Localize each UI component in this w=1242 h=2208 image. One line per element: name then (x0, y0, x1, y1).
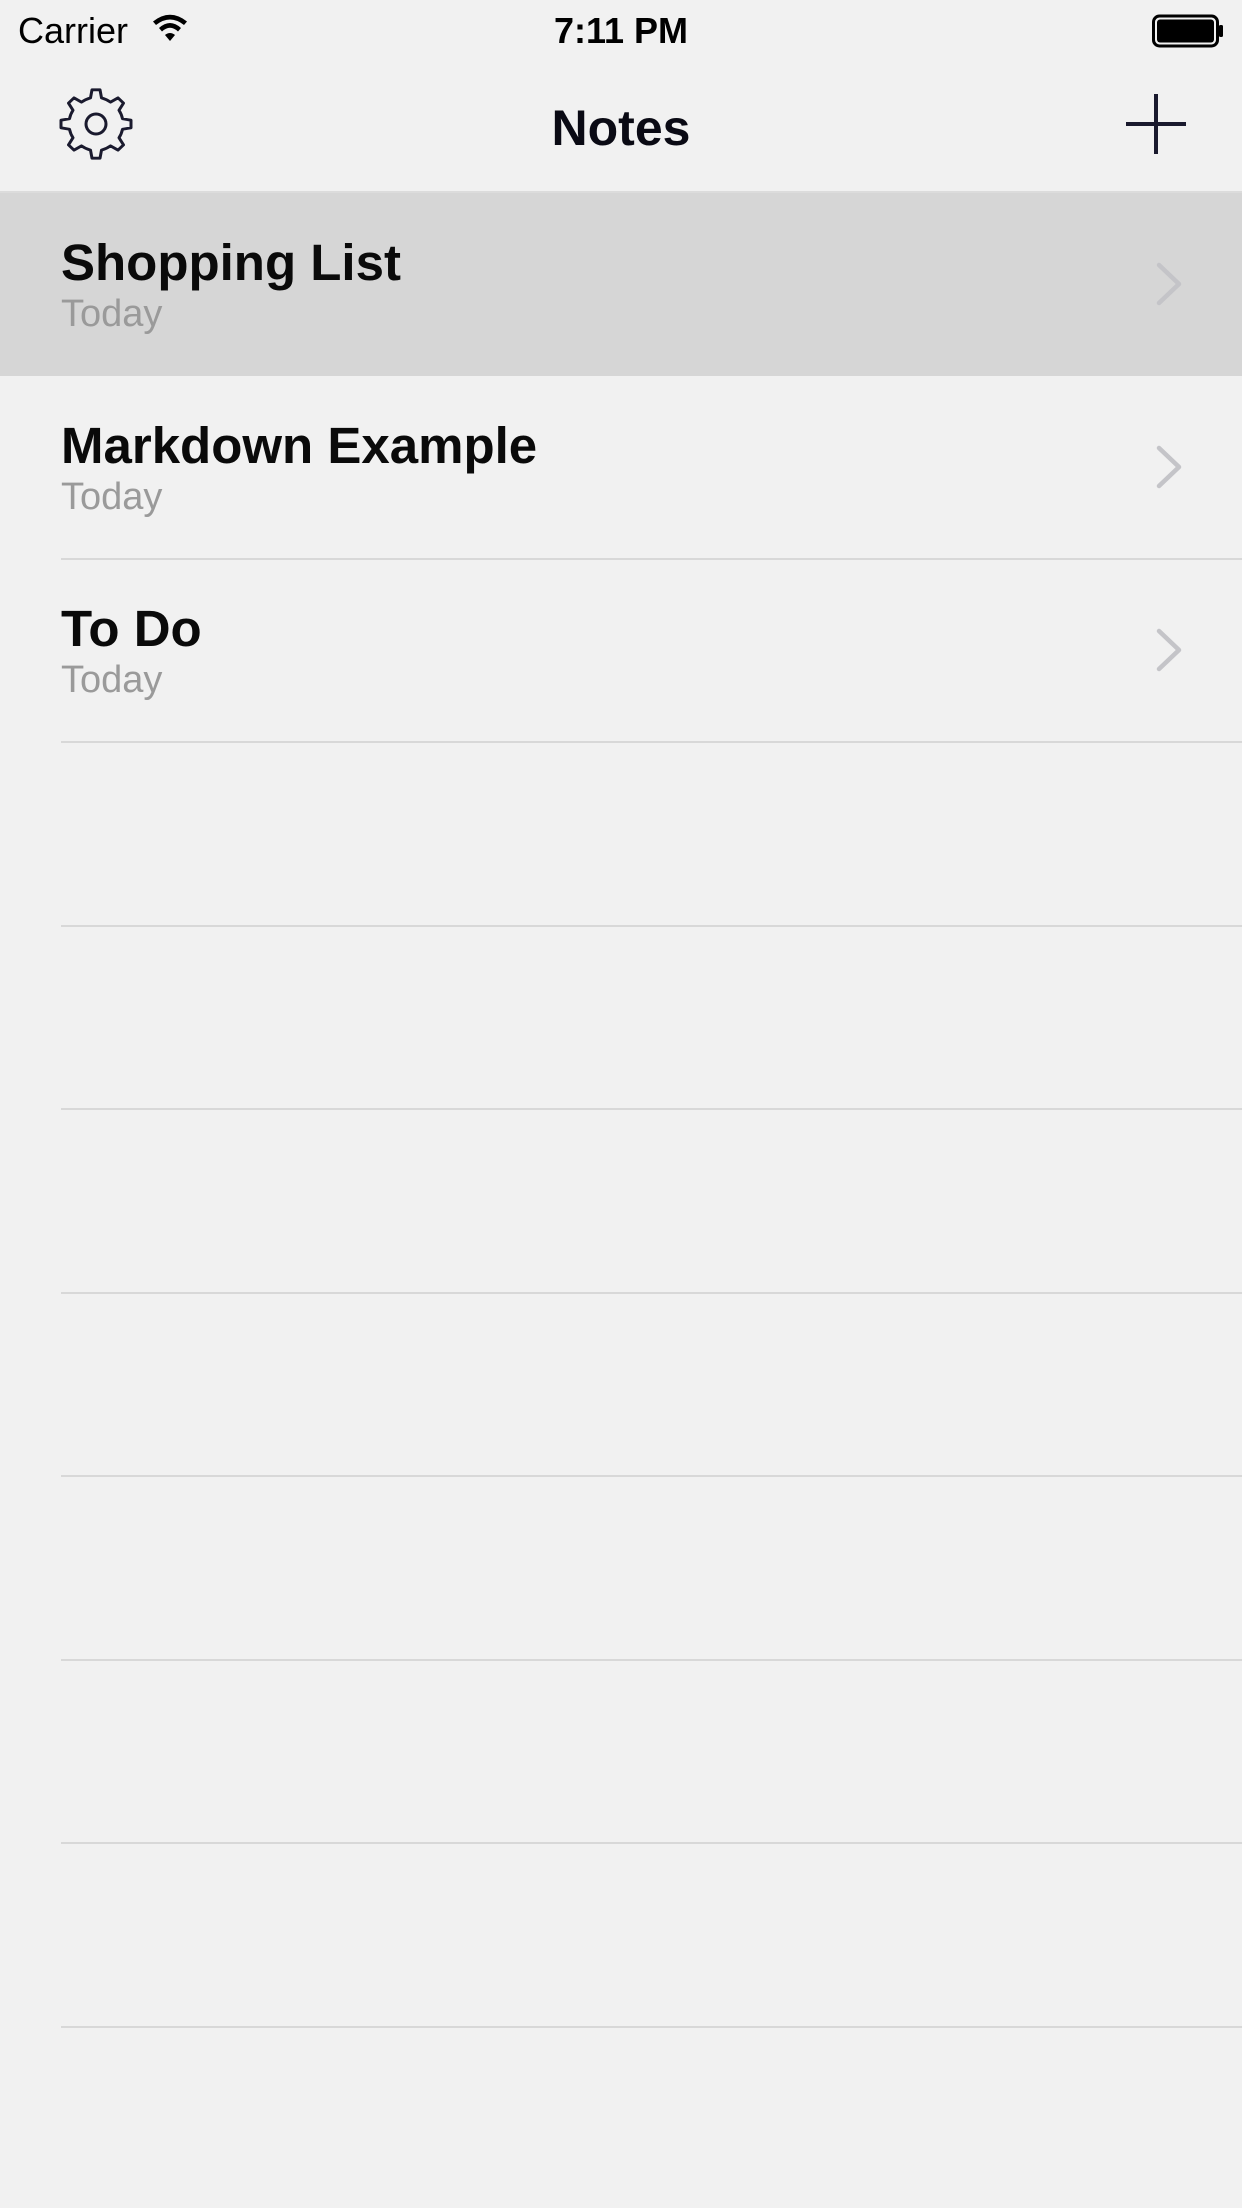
note-title: To Do (61, 600, 202, 657)
note-date: Today (61, 659, 163, 701)
battery-icon (1152, 14, 1223, 48)
row-separator (61, 2025, 1242, 2028)
empty-row (0, 1109, 1242, 1294)
note-row-markdown-example[interactable]: Markdown Example Today (0, 376, 1242, 560)
empty-row (0, 1293, 1242, 1477)
chevron-right-icon (1156, 628, 1182, 672)
add-note-button[interactable] (1124, 92, 1188, 156)
empty-row (0, 926, 1242, 1110)
chevron-right-icon (1156, 262, 1182, 306)
note-row-to-do[interactable]: To Do Today (0, 559, 1242, 743)
empty-row (0, 1476, 1242, 1661)
empty-row (0, 1843, 1242, 2028)
empty-row (0, 1660, 1242, 1844)
page-title: Notes (551, 100, 691, 156)
plus-icon (1126, 94, 1186, 154)
navigation-bar: Notes (0, 62, 1242, 192)
chevron-right-icon (1156, 445, 1182, 489)
note-title: Shopping List (61, 234, 401, 291)
note-date: Today (61, 293, 163, 335)
note-date: Today (61, 476, 163, 518)
status-bar: Carrier 7:11 PM (0, 0, 1242, 62)
notes-list: Shopping List Today Markdown Example Tod… (0, 193, 1242, 2028)
empty-row (0, 742, 1242, 927)
note-row-shopping-list[interactable]: Shopping List Today (0, 193, 1242, 376)
notes-screen: Carrier 7:11 PM Notes Shopping List Toda… (0, 0, 1242, 2208)
clock: 7:11 PM (553, 10, 689, 51)
note-title: Markdown Example (61, 417, 538, 474)
